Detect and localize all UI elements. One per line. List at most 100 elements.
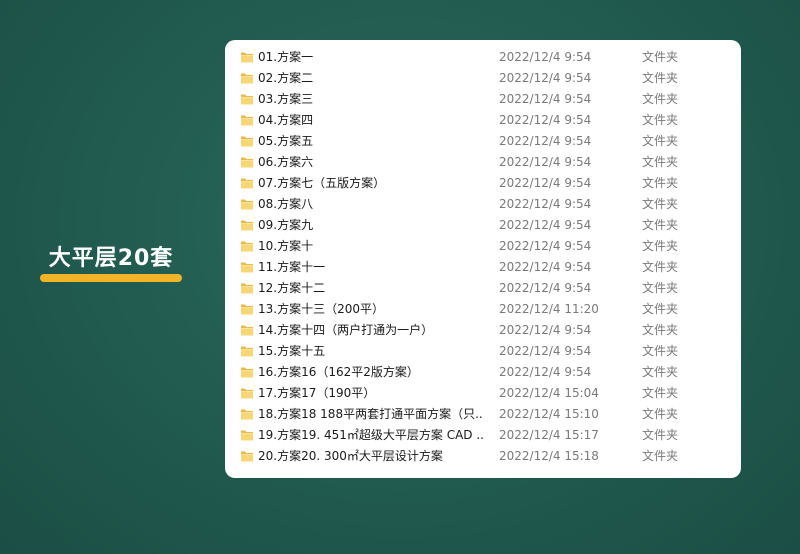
file-list: 01.方案一 2022/12/4 9:54 文件夹 02.方案二 2022/12… bbox=[225, 47, 741, 467]
folder-row[interactable]: 17.方案17（190平） 2022/12/4 15:04 文件夹 bbox=[225, 383, 741, 404]
modified-date: 2022/12/4 15:17 bbox=[499, 428, 599, 442]
modified-date: 2022/12/4 9:54 bbox=[499, 281, 592, 295]
folder-icon bbox=[241, 325, 253, 336]
folder-row[interactable]: 16.方案16（162平2版方案） 2022/12/4 9:54 文件夹 bbox=[225, 362, 741, 383]
folder-name: 14.方案十四（两户打通为一户） bbox=[258, 323, 434, 337]
item-type: 文件夹 bbox=[642, 218, 679, 232]
folder-row[interactable]: 11.方案十一 2022/12/4 9:54 文件夹 bbox=[225, 257, 741, 278]
item-type: 文件夹 bbox=[642, 323, 679, 337]
file-list-panel: 01.方案一 2022/12/4 9:54 文件夹 02.方案二 2022/12… bbox=[225, 40, 741, 478]
folder-row[interactable]: 18.方案18 188平两套打通平面方案（只... 2022/12/4 15:1… bbox=[225, 404, 741, 425]
folder-row[interactable]: 01.方案一 2022/12/4 9:54 文件夹 bbox=[225, 47, 741, 68]
folder-icon bbox=[241, 94, 253, 105]
item-type: 文件夹 bbox=[642, 50, 679, 64]
modified-date: 2022/12/4 9:54 bbox=[499, 134, 592, 148]
modified-date: 2022/12/4 15:18 bbox=[499, 449, 599, 463]
folder-name: 08.方案八 bbox=[258, 197, 314, 211]
modified-date: 2022/12/4 9:54 bbox=[499, 365, 592, 379]
modified-date: 2022/12/4 11:20 bbox=[499, 302, 599, 316]
folder-name: 17.方案17（190平） bbox=[258, 386, 376, 400]
folder-name: 05.方案五 bbox=[258, 134, 314, 148]
folder-name: 20.方案20. 300㎡大平层设计方案 bbox=[258, 449, 443, 463]
item-type: 文件夹 bbox=[642, 386, 679, 400]
item-type: 文件夹 bbox=[642, 92, 679, 106]
folder-row[interactable]: 13.方案十三（200平） 2022/12/4 11:20 文件夹 bbox=[225, 299, 741, 320]
folder-row[interactable]: 20.方案20. 300㎡大平层设计方案 2022/12/4 15:18 文件夹 bbox=[225, 446, 741, 467]
folder-name: 09.方案九 bbox=[258, 218, 314, 232]
folder-icon bbox=[241, 73, 253, 84]
folder-name: 04.方案四 bbox=[258, 113, 314, 127]
folder-name: 19.方案19. 451㎡超级大平层方案 CAD ... bbox=[258, 428, 484, 442]
folder-icon bbox=[241, 346, 253, 357]
modified-date: 2022/12/4 9:54 bbox=[499, 239, 592, 253]
folder-row[interactable]: 15.方案十五 2022/12/4 9:54 文件夹 bbox=[225, 341, 741, 362]
folder-row[interactable]: 03.方案三 2022/12/4 9:54 文件夹 bbox=[225, 89, 741, 110]
folder-icon bbox=[241, 388, 253, 399]
folder-row[interactable]: 14.方案十四（两户打通为一户） 2022/12/4 9:54 文件夹 bbox=[225, 320, 741, 341]
item-type: 文件夹 bbox=[642, 344, 679, 358]
folder-row[interactable]: 04.方案四 2022/12/4 9:54 文件夹 bbox=[225, 110, 741, 131]
modified-date: 2022/12/4 9:54 bbox=[499, 197, 592, 211]
folder-row[interactable]: 09.方案九 2022/12/4 9:54 文件夹 bbox=[225, 215, 741, 236]
modified-date: 2022/12/4 9:54 bbox=[499, 323, 592, 337]
modified-date: 2022/12/4 15:04 bbox=[499, 386, 599, 400]
folder-row[interactable]: 06.方案六 2022/12/4 9:54 文件夹 bbox=[225, 152, 741, 173]
folder-icon bbox=[241, 262, 253, 273]
modified-date: 2022/12/4 15:10 bbox=[499, 407, 599, 421]
folder-name: 06.方案六 bbox=[258, 155, 314, 169]
modified-date: 2022/12/4 9:54 bbox=[499, 71, 592, 85]
folder-name: 12.方案十二 bbox=[258, 281, 326, 295]
item-type: 文件夹 bbox=[642, 113, 679, 127]
folder-row[interactable]: 12.方案十二 2022/12/4 9:54 文件夹 bbox=[225, 278, 741, 299]
item-type: 文件夹 bbox=[642, 281, 679, 295]
item-type: 文件夹 bbox=[642, 155, 679, 169]
folder-name: 01.方案一 bbox=[258, 50, 314, 64]
modified-date: 2022/12/4 9:54 bbox=[499, 92, 592, 106]
item-type: 文件夹 bbox=[642, 428, 679, 442]
modified-date: 2022/12/4 9:54 bbox=[499, 113, 592, 127]
item-type: 文件夹 bbox=[642, 176, 679, 190]
folder-name: 10.方案十 bbox=[258, 239, 314, 253]
folder-icon bbox=[241, 199, 253, 210]
folder-icon bbox=[241, 52, 253, 63]
folder-name: 16.方案16（162平2版方案） bbox=[258, 365, 419, 379]
folder-name: 03.方案三 bbox=[258, 92, 314, 106]
title-underline bbox=[40, 274, 182, 282]
folder-icon bbox=[241, 178, 253, 189]
folder-icon bbox=[241, 430, 253, 441]
modified-date: 2022/12/4 9:54 bbox=[499, 218, 592, 232]
modified-date: 2022/12/4 9:54 bbox=[499, 155, 592, 169]
item-type: 文件夹 bbox=[642, 407, 679, 421]
folder-name: 15.方案十五 bbox=[258, 344, 326, 358]
folder-row[interactable]: 19.方案19. 451㎡超级大平层方案 CAD ... 2022/12/4 1… bbox=[225, 425, 741, 446]
folder-icon bbox=[241, 451, 253, 462]
item-type: 文件夹 bbox=[642, 302, 679, 316]
folder-icon bbox=[241, 367, 253, 378]
folder-icon bbox=[241, 409, 253, 420]
folder-icon bbox=[241, 283, 253, 294]
folder-name: 18.方案18 188平两套打通平面方案（只... bbox=[258, 407, 484, 421]
folder-row[interactable]: 02.方案二 2022/12/4 9:54 文件夹 bbox=[225, 68, 741, 89]
item-type: 文件夹 bbox=[642, 239, 679, 253]
item-type: 文件夹 bbox=[642, 197, 679, 211]
folder-row[interactable]: 08.方案八 2022/12/4 9:54 文件夹 bbox=[225, 194, 741, 215]
folder-name: 11.方案十一 bbox=[258, 260, 326, 274]
side-title: 大平层20套 bbox=[48, 246, 174, 271]
folder-icon bbox=[241, 136, 253, 147]
folder-row[interactable]: 07.方案七（五版方案） 2022/12/4 9:54 文件夹 bbox=[225, 173, 741, 194]
modified-date: 2022/12/4 9:54 bbox=[499, 344, 592, 358]
folder-name: 02.方案二 bbox=[258, 71, 314, 85]
folder-name: 07.方案七（五版方案） bbox=[258, 176, 386, 190]
modified-date: 2022/12/4 9:54 bbox=[499, 50, 592, 64]
item-type: 文件夹 bbox=[642, 449, 679, 463]
modified-date: 2022/12/4 9:54 bbox=[499, 260, 592, 274]
item-type: 文件夹 bbox=[642, 134, 679, 148]
folder-row[interactable]: 10.方案十 2022/12/4 9:54 文件夹 bbox=[225, 236, 741, 257]
folder-icon bbox=[241, 304, 253, 315]
folder-row[interactable]: 05.方案五 2022/12/4 9:54 文件夹 bbox=[225, 131, 741, 152]
folder-icon bbox=[241, 241, 253, 252]
item-type: 文件夹 bbox=[642, 71, 679, 85]
modified-date: 2022/12/4 9:54 bbox=[499, 176, 592, 190]
folder-icon bbox=[241, 157, 253, 168]
item-type: 文件夹 bbox=[642, 365, 679, 379]
